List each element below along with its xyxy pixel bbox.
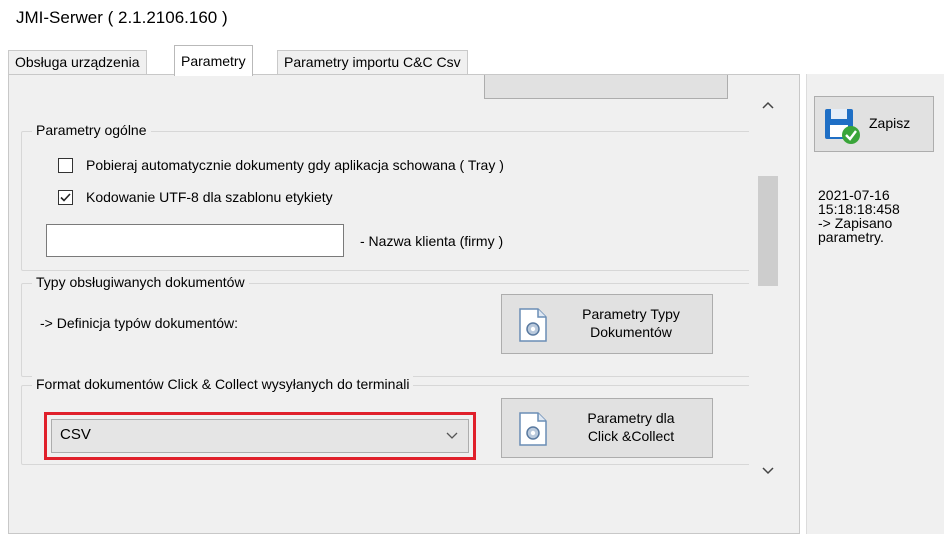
save-icon bbox=[825, 109, 860, 144]
scroll-down-icon[interactable] bbox=[761, 466, 775, 476]
client-name-label: - Nazwa klienta (firmy ) bbox=[360, 233, 504, 249]
save-label: Zapisz bbox=[869, 115, 911, 131]
document-settings-icon bbox=[519, 308, 547, 342]
partial-button[interactable] bbox=[484, 75, 728, 99]
doc-types-definition-label: -> Definicja typów dokumentów: bbox=[40, 315, 239, 331]
utf8-label: Kodowanie UTF-8 dla szablonu etykiety bbox=[86, 189, 333, 205]
tab-parametry[interactable]: Parametry bbox=[174, 45, 253, 76]
auto-fetch-label: Pobieraj automatycznie dokumenty gdy apl… bbox=[86, 157, 504, 173]
utf8-checkbox[interactable] bbox=[58, 190, 73, 205]
client-name-input[interactable] bbox=[46, 224, 344, 257]
cc-format-group: Format dokumentów Click & Collect wysyła… bbox=[21, 376, 755, 465]
tab-parametry-importu[interactable]: Parametry importu C&C Csv bbox=[277, 50, 468, 74]
scroll-up-icon[interactable] bbox=[761, 100, 775, 110]
scrollbar-thumb[interactable] bbox=[758, 176, 778, 286]
vertical-scrollbar[interactable] bbox=[749, 88, 789, 488]
status-log: 2021-07-16 15:18:18:458 -> Zapisano para… bbox=[818, 188, 942, 244]
log-line-date: 2021-07-16 bbox=[818, 187, 890, 203]
tab-obsluga-urzadzenia[interactable]: Obsługa urządzenia bbox=[8, 50, 147, 74]
general-group: Parametry ogólne Pobieraj automatycznie … bbox=[21, 122, 755, 271]
document-settings-icon bbox=[519, 412, 547, 446]
cc-format-select[interactable]: CSV bbox=[51, 419, 469, 453]
cc-format-legend: Format dokumentów Click & Collect wysyła… bbox=[32, 376, 414, 392]
auto-fetch-checkbox[interactable] bbox=[58, 158, 73, 173]
cc-button-line2: Click &Collect bbox=[587, 428, 675, 444]
log-line-status: -> Zapisano bbox=[818, 215, 893, 231]
cc-button-line1: Parametry dla bbox=[587, 410, 675, 426]
save-button[interactable]: Zapisz bbox=[814, 96, 934, 152]
checkmark-icon bbox=[60, 193, 71, 202]
log-line-detail: parametry. bbox=[818, 229, 884, 245]
general-legend: Parametry ogólne bbox=[32, 122, 151, 138]
doc-types-button-line1: Parametry Typy bbox=[582, 306, 680, 322]
doc-types-button-line2: Dokumentów bbox=[590, 324, 672, 340]
parameters-panel: Parametry ogólne Pobieraj automatycznie … bbox=[8, 74, 800, 534]
log-line-time: 15:18:18:458 bbox=[818, 201, 900, 217]
doc-types-legend: Typy obsługiwanych dokumentów bbox=[32, 274, 249, 290]
chevron-down-icon bbox=[446, 432, 458, 439]
doc-types-parameters-button[interactable]: Parametry Typy Dokumentów bbox=[501, 294, 713, 354]
cc-format-selected: CSV bbox=[60, 426, 91, 443]
window-title: JMI-Serwer ( 2.1.2106.160 ) bbox=[16, 8, 228, 27]
highlight-box: CSV bbox=[44, 412, 476, 460]
doc-types-group: Typy obsługiwanych dokumentów -> Definic… bbox=[21, 274, 755, 377]
cc-parameters-button[interactable]: Parametry dla Click &Collect bbox=[501, 398, 713, 458]
